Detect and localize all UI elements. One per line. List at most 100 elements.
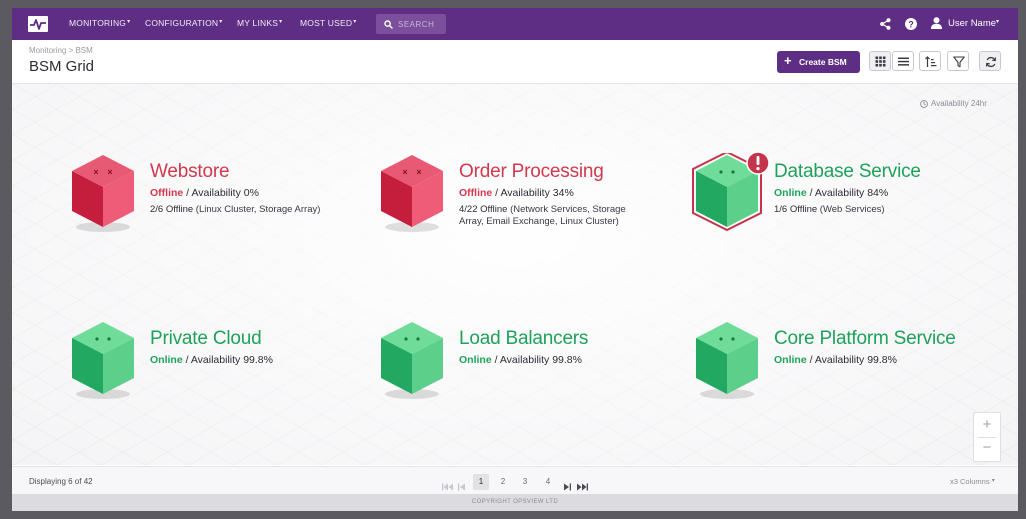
card-state: Online <box>150 354 183 366</box>
caret-down-icon: ▾ <box>127 19 131 25</box>
filter-button[interactable] <box>947 51 969 71</box>
bsm-card-order-processing[interactable]: × × Order Processing Offline / Availabil… <box>377 153 677 253</box>
alert-icon <box>746 151 770 175</box>
online-cube-icon <box>696 322 758 399</box>
card-detail: 4/22 Offline (Network Services, Storage … <box>459 204 639 228</box>
create-bsm-label: Create BSM <box>799 57 847 67</box>
caret-down-icon: ▾ <box>219 19 223 25</box>
nav-most-used[interactable]: MOST USED▾ <box>300 18 356 28</box>
nav-my-links[interactable]: MY LINKS▾ <box>237 18 282 28</box>
copyright-bar: COPYRIGHT OPSVIEW LTD <box>12 494 1018 511</box>
columns-selector[interactable]: x3 Columns ▾ <box>950 477 995 486</box>
card-detail-count: 2/6 Offline <box>150 204 194 215</box>
page-1-button[interactable]: 1 <box>473 474 489 490</box>
card-title[interactable]: Core Platform Service <box>774 328 956 350</box>
card-title[interactable]: Private Cloud <box>150 328 262 350</box>
card-state: Offline <box>459 187 493 199</box>
filter-icon <box>953 56 965 68</box>
caret-down-icon: ▾ <box>353 19 357 25</box>
search-input[interactable] <box>398 17 442 31</box>
availability-window-note: Availability 24hr <box>920 99 987 108</box>
columns-label: x3 Columns <box>950 477 990 486</box>
sort-icon <box>925 56 937 67</box>
card-status-line: Online / Availability 99.8% <box>459 354 582 366</box>
card-availability: Availability 0% <box>191 187 259 199</box>
card-detail-count: 4/22 Offline <box>459 204 508 215</box>
card-availability: Availability 99.8% <box>814 354 897 366</box>
user-name-label: User Name <box>948 18 997 29</box>
refresh-button[interactable] <box>979 51 1001 71</box>
card-detail-text: (Linux Cluster, Storage Array) <box>195 204 321 215</box>
availability-note-label: Availability 24hr <box>931 99 987 108</box>
zoom-controls: + − <box>973 412 1001 462</box>
card-status-line: Offline / Availability 0% <box>150 187 259 199</box>
previous-page-icon[interactable] <box>458 479 465 495</box>
svg-text:×: × <box>93 167 98 177</box>
card-title[interactable]: Order Processing <box>459 161 604 183</box>
online-cube-icon <box>381 322 443 399</box>
svg-text:?: ? <box>908 19 914 29</box>
svg-text:×: × <box>402 167 407 177</box>
card-state: Online <box>459 354 492 366</box>
bsm-card-database-service[interactable]: Database Service Online / Availability 8… <box>692 151 992 253</box>
caret-down-icon: ▾ <box>279 19 283 25</box>
top-navigation-bar: MONITORING▾ CONFIGURATION▾ MY LINKS▾ MOS… <box>12 8 1018 40</box>
opsview-logo-icon[interactable] <box>28 16 48 32</box>
next-page-icon[interactable] <box>564 479 571 495</box>
card-title[interactable]: Database Service <box>774 161 921 183</box>
card-availability: Availability 84% <box>814 187 889 199</box>
card-availability: Availability 34% <box>500 187 574 199</box>
page-2-button[interactable]: 2 <box>497 474 509 490</box>
list-view-icon <box>898 57 909 66</box>
svg-text:×: × <box>416 167 421 177</box>
create-bsm-button[interactable]: + Create BSM <box>777 51 860 73</box>
plus-icon: + <box>784 53 792 68</box>
nav-monitoring[interactable]: MONITORING▾ <box>69 18 130 28</box>
bsm-card-load-balancers[interactable]: Load Balancers Online / Availability 99.… <box>377 320 677 420</box>
nav-configuration-label: CONFIGURATION <box>145 18 219 28</box>
search-icon <box>384 20 393 29</box>
online-cube-icon <box>72 322 134 399</box>
caret-down-icon: ▾ <box>991 478 995 484</box>
first-page-icon[interactable] <box>442 479 453 495</box>
nav-most-used-label: MOST USED <box>300 18 353 28</box>
app-window: MONITORING▾ CONFIGURATION▾ MY LINKS▾ MOS… <box>12 8 1018 511</box>
user-icon[interactable] <box>931 17 942 29</box>
card-availability: Availability 99.8% <box>190 354 273 366</box>
card-state: Online <box>774 354 807 366</box>
card-detail: 2/6 Offline (Linux Cluster, Storage Arra… <box>150 204 330 216</box>
page-header: Monitoring > BSM BSM Grid + Create BSM <box>12 40 1018 84</box>
bsm-card-private-cloud[interactable]: Private Cloud Online / Availability 99.8… <box>68 320 368 420</box>
page-3-button[interactable]: 3 <box>519 474 531 490</box>
bsm-card-core-platform-service[interactable]: Core Platform Service Online / Availabil… <box>692 320 992 420</box>
caret-down-icon: ▾ <box>996 19 1000 25</box>
sort-button[interactable] <box>919 51 941 71</box>
card-title[interactable]: Webstore <box>150 161 230 183</box>
page-title: BSM Grid <box>29 58 95 75</box>
user-menu[interactable]: User Name▾ <box>948 18 999 29</box>
grid-view-icon <box>875 56 886 67</box>
card-status-line: Online / Availability 99.8% <box>150 354 273 366</box>
card-detail: 1/6 Offline (Web Services) <box>774 204 954 216</box>
pagination-footer: Displaying 6 of 42 1 2 3 4 x3 Columns ▾ <box>12 466 1018 495</box>
page-4-button[interactable]: 4 <box>542 474 554 490</box>
nav-monitoring-label: MONITORING <box>69 18 127 28</box>
list-view-button[interactable] <box>892 51 914 71</box>
nav-configuration[interactable]: CONFIGURATION▾ <box>145 18 223 28</box>
last-page-icon[interactable] <box>577 479 588 495</box>
share-icon[interactable] <box>880 18 891 30</box>
result-count: Displaying 6 of 42 <box>29 477 93 486</box>
offline-cube-icon: × × <box>381 155 443 232</box>
help-icon[interactable]: ? <box>905 18 917 30</box>
refresh-icon <box>985 56 997 68</box>
grid-view-button[interactable] <box>869 51 891 71</box>
nav-my-links-label: MY LINKS <box>237 18 279 28</box>
card-status-line: Online / Availability 99.8% <box>774 354 897 366</box>
zoom-in-button[interactable]: + <box>974 414 1000 436</box>
svg-text:×: × <box>107 167 112 177</box>
card-title[interactable]: Load Balancers <box>459 328 588 350</box>
bsm-card-webstore[interactable]: × × Webstore Offline / Availability 0% 2… <box>68 153 368 253</box>
zoom-out-button[interactable]: − <box>974 437 1000 459</box>
breadcrumb[interactable]: Monitoring > BSM <box>29 46 93 55</box>
card-detail-count: 1/6 Offline <box>774 204 818 215</box>
